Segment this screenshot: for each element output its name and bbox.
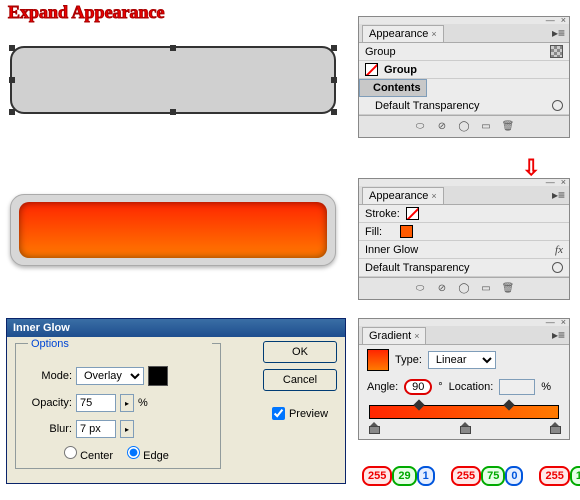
close-icon[interactable]: × <box>561 17 566 24</box>
target-icon[interactable] <box>552 100 563 111</box>
minimize-icon[interactable]: — <box>546 17 555 24</box>
angle-label: Angle: <box>367 381 398 393</box>
minimize-icon[interactable]: — <box>546 319 555 326</box>
close-icon[interactable]: × <box>561 319 566 326</box>
appearance-row-contents[interactable]: Contents <box>359 79 427 97</box>
panel-titlebar[interactable]: —× <box>359 179 569 186</box>
trash-icon[interactable]: 🗑 <box>500 282 516 296</box>
tab-close-icon[interactable]: × <box>414 331 419 341</box>
panel-footer: ⬭ ⊘ ◯ ▭ 🗑 <box>359 277 569 299</box>
gradient-stop[interactable] <box>369 418 378 429</box>
gradient-type-select[interactable]: Linear <box>428 351 496 369</box>
minimize-icon[interactable]: — <box>546 179 555 186</box>
close-icon[interactable]: × <box>561 179 566 186</box>
midpoint-slider[interactable] <box>413 399 424 410</box>
link-icon[interactable]: ⬭ <box>412 120 428 134</box>
target-icon[interactable] <box>552 262 563 273</box>
angle-input[interactable]: 90 <box>404 379 432 395</box>
stroke-swatch-none[interactable] <box>406 207 419 220</box>
new-icon[interactable]: ▭ <box>478 282 494 296</box>
panel-menu-icon[interactable]: ▸≡ <box>552 328 565 342</box>
inner-glow-dialog: Inner Glow Options Mode: Overlay Opacity… <box>6 318 346 484</box>
fill-row[interactable]: Fill: <box>359 223 569 241</box>
glow-color-swatch[interactable] <box>148 366 168 386</box>
button-inner-gradient <box>19 202 327 258</box>
appearance-panel-2: —× Appearance× ▸≡ Stroke: Fill: Inner Gl… <box>358 178 570 300</box>
stroke-row[interactable]: Stroke: <box>359 205 569 223</box>
panel-titlebar[interactable]: —× <box>359 17 569 24</box>
panel-footer: ⬭ ⊘ ◯ ▭ 🗑 <box>359 115 569 137</box>
link-icon[interactable]: ⬭ <box>412 282 428 296</box>
appearance-panel-1: —× Appearance× ▸≡ Group Group Contents D… <box>358 16 570 138</box>
page-title: Expand Appearance <box>8 2 165 23</box>
location-label: Location: <box>449 381 494 393</box>
appearance-row-group-bold[interactable]: Group <box>359 61 569 79</box>
gradient-preview-swatch[interactable] <box>367 349 389 371</box>
appearance-row-default-transparency[interactable]: Default Transparency <box>359 97 569 115</box>
gradient-panel: —× Gradient× ▸≡ Type: Linear Angle: 90 °… <box>358 318 570 440</box>
no-icon[interactable]: ⊘ <box>434 282 450 296</box>
options-legend: Options <box>28 338 212 350</box>
new-sublayer-icon[interactable]: ◯ <box>456 120 472 134</box>
inner-glow-row[interactable]: Inner Glowfx <box>359 241 569 259</box>
trash-icon[interactable]: 🗑 <box>500 120 516 134</box>
rgb-chip-1: 255291 <box>362 466 435 486</box>
swatch-none-icon <box>365 63 378 76</box>
new-sublayer-icon[interactable]: ◯ <box>456 282 472 296</box>
appearance-tab[interactable]: Appearance× <box>362 25 444 42</box>
rgb-chip-3: 2551060 <box>539 466 580 486</box>
gradient-stop[interactable] <box>550 418 559 429</box>
tab-close-icon[interactable]: × <box>431 29 436 39</box>
appearance-row-group[interactable]: Group <box>359 43 569 61</box>
type-label: Type: <box>395 354 422 366</box>
cancel-button[interactable]: Cancel <box>263 369 337 391</box>
rounded-rect-shape[interactable] <box>10 46 336 114</box>
gradient-tab[interactable]: Gradient× <box>362 327 426 344</box>
rgb-values: 255291 255750 2551060 <box>362 466 580 486</box>
tab-close-icon[interactable]: × <box>431 191 436 201</box>
blur-input[interactable] <box>76 420 116 438</box>
mode-label: Mode: <box>24 370 72 382</box>
ok-button[interactable]: OK <box>263 341 337 363</box>
location-unit: % <box>541 381 551 393</box>
opacity-input[interactable] <box>76 394 116 412</box>
fill-swatch-orange[interactable] <box>400 225 413 238</box>
fx-icon[interactable]: fx <box>555 244 563 256</box>
midpoint-slider[interactable] <box>504 399 515 410</box>
panel-menu-icon[interactable]: ▸≡ <box>552 26 565 40</box>
appearance-tab[interactable]: Appearance× <box>362 187 444 204</box>
no-icon[interactable]: ⊘ <box>434 120 450 134</box>
edge-radio[interactable]: Edge <box>127 446 169 462</box>
gradient-ramp[interactable] <box>369 405 559 419</box>
preview-checkbox[interactable]: Preview <box>272 407 328 420</box>
default-transparency-row[interactable]: Default Transparency <box>359 259 569 277</box>
new-icon[interactable]: ▭ <box>478 120 494 134</box>
mode-select[interactable]: Overlay <box>76 367 144 385</box>
blur-spinner[interactable]: ▸ <box>120 420 134 438</box>
opacity-spinner[interactable]: ▸ <box>120 394 134 412</box>
degree-symbol: ° <box>438 381 442 393</box>
artboard-selected-group <box>8 28 340 138</box>
opacity-unit: % <box>138 397 148 409</box>
opacity-label: Opacity: <box>24 397 72 409</box>
options-fieldset: Options Mode: Overlay Opacity: ▸ % Blur:… <box>15 343 221 469</box>
gradient-stop[interactable] <box>460 418 469 429</box>
blur-label: Blur: <box>24 423 72 435</box>
button-outer <box>10 194 336 266</box>
location-input[interactable] <box>499 379 535 395</box>
thumbnail-icon <box>550 45 563 58</box>
center-radio[interactable]: Center <box>64 446 113 462</box>
artboard-result <box>8 178 340 288</box>
panel-titlebar[interactable]: —× <box>359 319 569 326</box>
panel-menu-icon[interactable]: ▸≡ <box>552 188 565 202</box>
dialog-title[interactable]: Inner Glow <box>7 319 345 337</box>
rgb-chip-2: 255750 <box>451 466 524 486</box>
